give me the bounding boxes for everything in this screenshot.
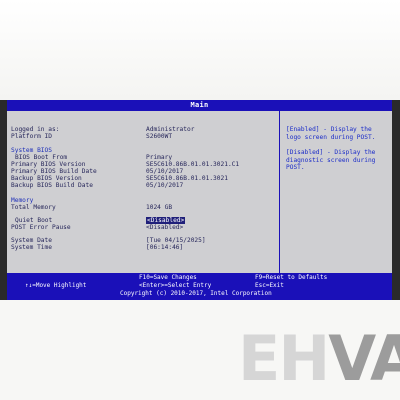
page-title: Main (7, 100, 392, 111)
system-date-label[interactable]: System Date (11, 237, 52, 244)
help-disabled-text: [Disabled] - Display the diagnostic scre… (286, 149, 376, 172)
system-bios-heading: System BIOS (11, 147, 52, 154)
platform-id-label: Platform ID (11, 133, 52, 140)
bios-screen: Main Logged in as: Administrator Platfor… (7, 100, 392, 300)
total-memory-label: Total Memory (11, 204, 56, 211)
bios-boot-from-label: BIOS Boot From (15, 154, 68, 161)
backup-bios-date-value: 05/10/2017 (146, 182, 184, 189)
photo-background-top (0, 0, 400, 100)
move-highlight-hint: ↑↓=Move Highlight (25, 282, 87, 289)
post-error-pause-value[interactable]: <Disabled> (146, 224, 183, 231)
backup-bios-version-label: Backup BIOS Version (11, 175, 82, 182)
post-error-pause-label[interactable]: POST Error Pause (11, 224, 71, 231)
platform-id-value: S2600WT (146, 133, 173, 140)
copyright-text: Copyright (c) 2010-2017, Intel Corporati… (120, 290, 272, 297)
quiet-boot-value[interactable]: <Disabled> (146, 217, 186, 224)
system-date-value[interactable]: [Tue 04/15/2025] (146, 237, 206, 244)
enter-select-hint: <Enter>=Select Entry (139, 282, 212, 289)
primary-bios-version-label: Primary BIOS Version (11, 161, 86, 168)
logged-in-value: Administrator (146, 126, 195, 133)
monitor-bezel-right (392, 100, 400, 300)
settings-pane: Logged in as: Administrator Platform ID … (7, 111, 280, 273)
help-pane: [Enabled] - Display the logo screen duri… (280, 111, 392, 273)
primary-bios-version-value: SE5C610.86B.01.01.3021.C1 (146, 161, 240, 168)
watermark-logo: EHVA (238, 322, 400, 395)
f10-save-hint: F10=Save Changes (139, 274, 197, 281)
logged-in-label: Logged in as: (11, 126, 60, 133)
backup-bios-version-value: SE5C610.86B.01.01.3021 (146, 175, 228, 182)
quiet-boot-label[interactable]: Quiet Boot (15, 217, 52, 224)
system-time-label[interactable]: System Time (11, 244, 52, 251)
monitor-bezel-left (0, 100, 7, 300)
esc-exit-hint: Esc=Exit (255, 282, 284, 289)
backup-bios-date-label: Backup BIOS Build Date (11, 182, 93, 189)
total-memory-value: 1024 GB (146, 204, 173, 211)
quiet-boot-option[interactable]: <Disabled> (146, 217, 186, 224)
key-legend-bar: F10=Save Changes F9=Reset to Defaults ↑↓… (7, 273, 392, 300)
primary-bios-date-label: Primary BIOS Build Date (11, 168, 97, 175)
help-enabled-text: [Enabled] - Display the logo screen duri… (286, 126, 376, 141)
f9-defaults-hint: F9=Reset to Defaults (255, 274, 328, 281)
memory-heading: Memory (11, 197, 34, 204)
system-time-value[interactable]: [06:14:46] (146, 244, 183, 251)
primary-bios-date-value: 05/10/2017 (146, 168, 184, 175)
bios-boot-from-value: Primary (146, 154, 173, 161)
